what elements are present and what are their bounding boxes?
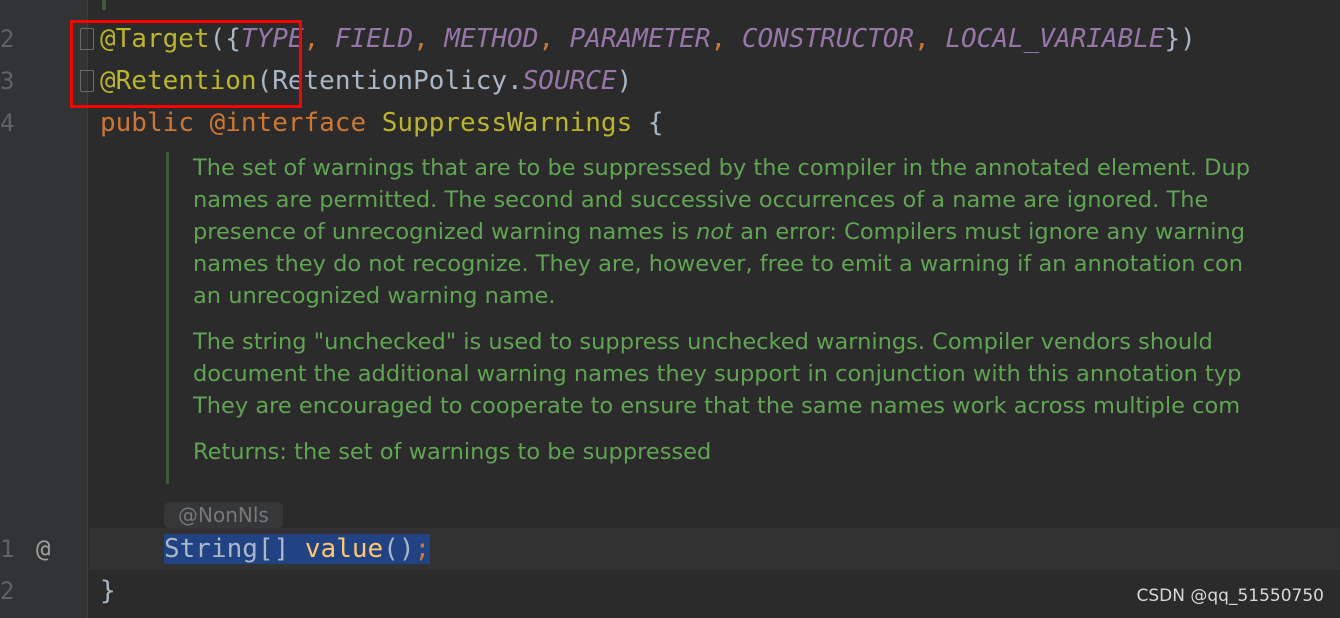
doc-line: names they do not recognize. They are, h… <box>193 251 1244 277</box>
constant: FIELD <box>334 24 414 54</box>
type-name: SuppressWarnings <box>381 108 633 138</box>
doc-line: document the additional warning names th… <box>193 361 1242 387</box>
doc-emphasis: not <box>696 219 733 245</box>
watermark: CSDN @qq_51550750 <box>1136 586 1324 606</box>
constant: CONSTRUCTOR <box>741 24 915 54</box>
constant: SOURCE <box>522 66 617 96</box>
doc-line: an unrecognized warning name. <box>193 283 556 309</box>
code-line-interface[interactable]: public @interface SuppressWarnings { <box>100 102 664 144</box>
line-number: 4 <box>0 109 15 137</box>
punct: ) <box>616 66 633 96</box>
comma: , <box>303 24 335 54</box>
change-marker <box>102 0 106 10</box>
punct: () <box>383 534 415 564</box>
line-number: 2 <box>0 25 15 53</box>
override-icon[interactable]: @ <box>36 528 50 570</box>
comma: , <box>710 24 742 54</box>
selection: String[] value(); <box>164 534 431 564</box>
constant: LOCAL_VARIABLE <box>945 24 1165 54</box>
inlay-hint-nonnls[interactable]: @NonNls <box>164 502 283 528</box>
line-number: 3 <box>0 67 15 95</box>
constant: METHOD <box>444 24 539 54</box>
punct: { <box>632 108 664 138</box>
doc-line: names are permitted. The second and succ… <box>193 187 1209 213</box>
line-number: 2 <box>0 577 15 605</box>
type: String[] <box>164 534 305 564</box>
line-number: 1 <box>0 535 15 563</box>
doc-line: The string "unchecked" is used to suppre… <box>193 329 1213 355</box>
punct: }) <box>1164 24 1196 54</box>
rendered-javadoc: The set of warnings that are to be suppr… <box>166 152 1340 484</box>
doc-line: presence of unrecognized warning names i… <box>193 219 697 245</box>
highlight-box <box>70 20 302 108</box>
code-line-method[interactable]: String[] value(); <box>164 528 431 570</box>
semicolon: ; <box>414 534 431 564</box>
doc-line: The set of warnings that are to be suppr… <box>193 155 1251 181</box>
doc-returns: Returns: the set of warnings to be suppr… <box>193 439 712 465</box>
code-line-closing[interactable]: } <box>100 570 116 612</box>
constant: PARAMETER <box>569 24 711 54</box>
comma: , <box>413 24 445 54</box>
comma: , <box>914 24 946 54</box>
method-name: value <box>304 534 384 564</box>
keyword: @interface <box>193 108 382 138</box>
doc-line: an error: Compilers must ignore any warn… <box>732 219 1246 245</box>
doc-line: They are encouraged to cooperate to ensu… <box>193 393 1241 419</box>
keyword: public <box>100 108 194 138</box>
comma: , <box>538 24 570 54</box>
